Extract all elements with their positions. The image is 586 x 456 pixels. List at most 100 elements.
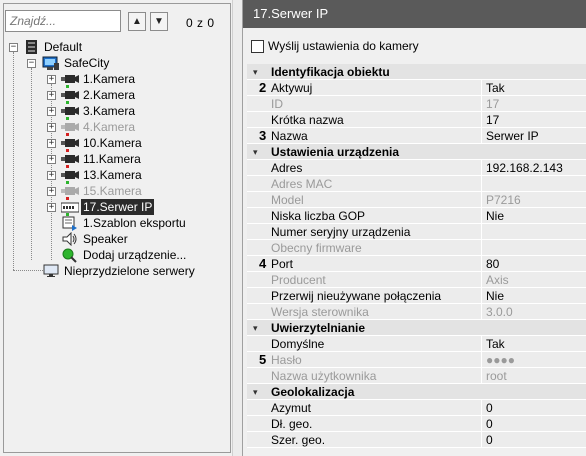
- property-value[interactable]: Tak: [481, 80, 586, 96]
- property-grid: ▾ Identyfikacja obiektu 2 Aktywuj Tak ID…: [247, 64, 586, 448]
- callout-marker: 2: [259, 80, 267, 95]
- tree-item-export-template[interactable]: 1.Szablon eksportu: [0, 215, 230, 231]
- property-key: Aktywuj: [271, 81, 313, 95]
- tree-item-add-device[interactable]: Dodaj urządzenie...: [0, 247, 230, 263]
- property-value[interactable]: Serwer IP: [481, 128, 586, 144]
- tree-item-ip-server[interactable]: + 17.Serwer IP: [0, 199, 230, 216]
- property-key: Port: [271, 257, 294, 271]
- tree-item-label: 17.Serwer IP: [81, 199, 155, 215]
- property-row[interactable]: Dł. geo. 0: [247, 416, 586, 432]
- property-value: 3.0.0: [481, 304, 586, 320]
- chevron-down-icon: ▾: [253, 67, 258, 77]
- property-row[interactable]: Model P7216: [247, 192, 586, 208]
- property-row[interactable]: 5 Hasło ●●●●: [247, 352, 586, 368]
- tree-item-camera-disabled[interactable]: + 4.Kamera: [0, 119, 230, 136]
- expand-toggle[interactable]: +: [47, 187, 56, 196]
- tree-item-label: 15.Kamera: [83, 184, 142, 198]
- property-row[interactable]: Przerwij nieużywane połączenia Nie: [247, 288, 586, 304]
- property-value[interactable]: Nie: [481, 288, 586, 304]
- expand-toggle[interactable]: +: [47, 203, 56, 212]
- property-row[interactable]: Adres 192.168.2.143: [247, 160, 586, 176]
- property-row[interactable]: Obecny firmware: [247, 240, 586, 256]
- send-settings-checkbox-row[interactable]: Wyślij ustawienia do kamery: [251, 38, 419, 54]
- camera-icon: [61, 171, 79, 179]
- chevron-down-icon: ▾: [253, 387, 258, 397]
- property-row[interactable]: Niska liczba GOP Nie: [247, 208, 586, 224]
- property-value[interactable]: 80: [481, 256, 586, 272]
- tree-item-camera[interactable]: + 13.Kamera: [0, 167, 230, 184]
- tree-item-safecity[interactable]: − SafeCity: [0, 55, 230, 71]
- property-value[interactable]: Nie: [481, 208, 586, 224]
- property-key: Obecny firmware: [271, 241, 362, 255]
- tree-item-camera-disabled[interactable]: + 15.Kamera: [0, 183, 230, 200]
- property-row[interactable]: Numer seryjny urządzenia: [247, 224, 586, 240]
- tree-item-camera[interactable]: + 1.Kamera: [0, 71, 230, 88]
- property-row[interactable]: Producent Axis: [247, 272, 586, 288]
- expand-toggle[interactable]: +: [47, 91, 56, 100]
- tree-item-label: 2.Kamera: [83, 88, 136, 102]
- computer-icon: [42, 56, 59, 70]
- add-device-icon: [62, 248, 77, 263]
- property-row[interactable]: Azymut 0: [247, 400, 586, 416]
- send-settings-label: Wyślij ustawienia do kamery: [268, 39, 419, 53]
- property-row[interactable]: Krótka nazwa 17: [247, 112, 586, 128]
- search-prev-button[interactable]: ▲: [128, 12, 146, 31]
- property-row[interactable]: Adres MAC: [247, 176, 586, 192]
- property-value[interactable]: 0: [481, 416, 586, 432]
- tree-item-camera[interactable]: + 2.Kamera: [0, 87, 230, 104]
- expand-toggle[interactable]: +: [47, 171, 56, 180]
- expand-toggle[interactable]: +: [47, 123, 56, 132]
- collapse-toggle[interactable]: −: [9, 43, 18, 52]
- section-header[interactable]: ▾ Uwierzytelnianie: [247, 320, 586, 336]
- send-settings-checkbox[interactable]: [251, 39, 264, 53]
- property-key: Krótka nazwa: [271, 113, 344, 127]
- callout-marker: 4: [259, 256, 267, 271]
- property-key: Producent: [271, 273, 326, 287]
- tree-item-unassigned-servers[interactable]: Nieprzydzielone serwery: [0, 263, 230, 279]
- search-next-button[interactable]: ▼: [150, 12, 168, 31]
- property-key: Numer seryjny urządzenia: [271, 225, 411, 239]
- expand-toggle[interactable]: +: [47, 107, 56, 116]
- expand-toggle[interactable]: +: [47, 155, 56, 164]
- property-value: P7216: [481, 192, 586, 208]
- panel-splitter[interactable]: [232, 0, 242, 456]
- tree-item-camera[interactable]: + 11.Kamera: [0, 151, 230, 168]
- property-row[interactable]: Nazwa użytkownika root: [247, 368, 586, 384]
- tree-item-default[interactable]: − Default: [0, 39, 230, 55]
- camera-icon: [61, 107, 79, 115]
- property-key: Domyślne: [271, 337, 325, 351]
- section-header[interactable]: ▾ Geolokalizacja: [247, 384, 586, 400]
- property-row[interactable]: Domyślne Tak: [247, 336, 586, 352]
- tree-item-label: 1.Kamera: [83, 72, 136, 86]
- property-value[interactable]: 0: [481, 400, 586, 416]
- property-value: root: [481, 368, 586, 384]
- expand-toggle[interactable]: +: [47, 139, 56, 148]
- camera-icon: [61, 75, 79, 83]
- tree-item-camera[interactable]: + 3.Kamera: [0, 103, 230, 120]
- property-row[interactable]: 3 Nazwa Serwer IP: [247, 128, 586, 144]
- property-row[interactable]: 2 Aktywuj Tak: [247, 80, 586, 96]
- search-input[interactable]: Znajdź...: [5, 10, 121, 32]
- property-value[interactable]: 0: [481, 432, 586, 448]
- chevron-down-icon: ▾: [253, 147, 258, 157]
- property-row[interactable]: Szer. geo. 0: [247, 432, 586, 448]
- property-value[interactable]: [481, 224, 586, 240]
- property-key: Adres MAC: [271, 177, 333, 191]
- expand-toggle[interactable]: +: [47, 75, 56, 84]
- chevron-down-icon: ▾: [253, 323, 258, 333]
- property-value[interactable]: 192.168.2.143: [481, 160, 586, 176]
- tree-item-camera[interactable]: + 10.Kamera: [0, 135, 230, 152]
- section-header[interactable]: ▾ Identyfikacja obiektu: [247, 64, 586, 80]
- property-row[interactable]: Wersja sterownika 3.0.0: [247, 304, 586, 320]
- camera-icon: [61, 187, 79, 195]
- tree-item-label: 3.Kamera: [83, 104, 136, 118]
- collapse-toggle[interactable]: −: [27, 59, 36, 68]
- tree-item-label: Dodaj urządzenie...: [83, 248, 187, 262]
- property-row[interactable]: ID 17: [247, 96, 586, 112]
- tree-item-speaker[interactable]: Speaker: [0, 231, 230, 247]
- property-value[interactable]: 17: [481, 112, 586, 128]
- section-header[interactable]: ▾ Ustawienia urządzenia: [247, 144, 586, 160]
- property-value[interactable]: Tak: [481, 336, 586, 352]
- export-template-icon: [62, 216, 77, 231]
- property-row[interactable]: 4 Port 80: [247, 256, 586, 272]
